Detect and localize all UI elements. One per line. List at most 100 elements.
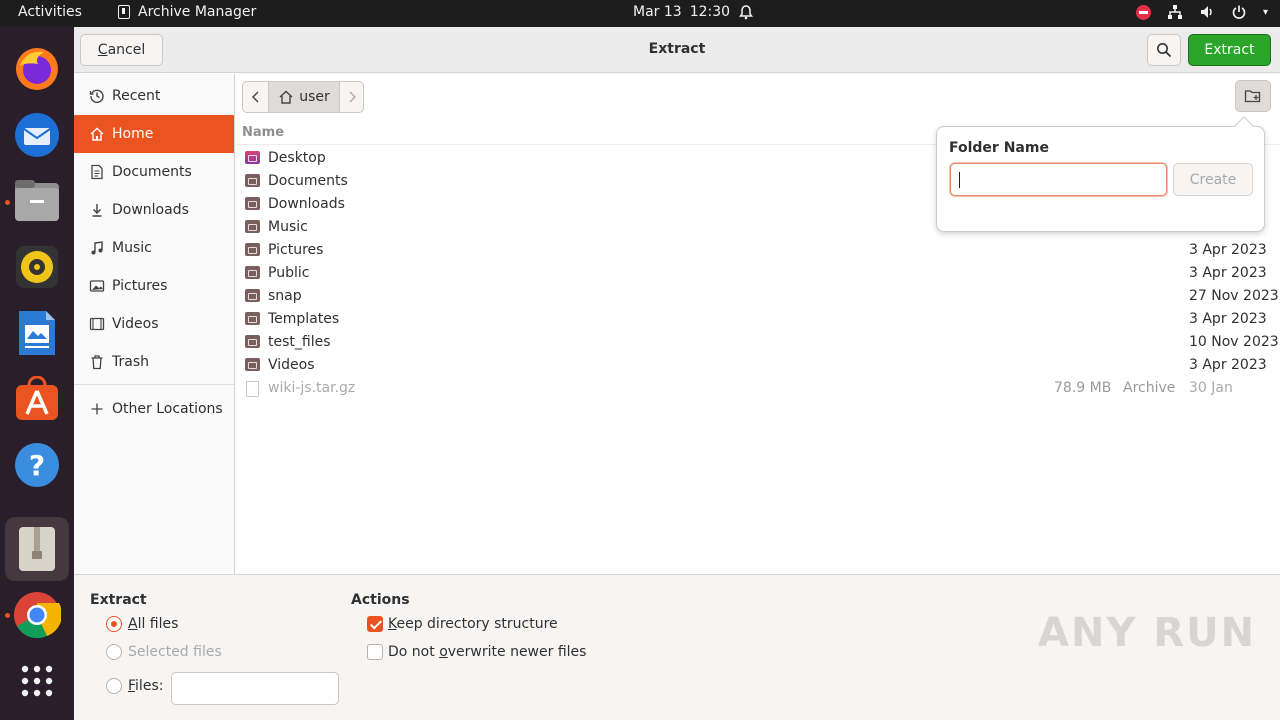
checkbox-indicator	[367, 644, 383, 660]
files-icon[interactable]	[11, 175, 63, 227]
file-date: 27 Nov 2023	[1189, 288, 1279, 304]
sidebar-item-music[interactable]: Music	[74, 229, 234, 267]
file-row[interactable]: test_files 10 Nov 2023	[236, 332, 1280, 355]
sidebar-item-label: Downloads	[112, 202, 189, 218]
folder-name-input[interactable]	[950, 163, 1167, 196]
plus-icon	[88, 400, 106, 418]
selected-files-label: Selected files	[128, 644, 222, 660]
file-name: Videos	[268, 357, 315, 373]
svg-text:?: ?	[29, 449, 45, 482]
chevron-left-icon	[251, 91, 258, 103]
file-row[interactable]: Templates 3 Apr 2023	[236, 309, 1280, 332]
app-menu[interactable]: Archive Manager	[118, 4, 256, 20]
sidebar-item-videos[interactable]: Videos	[74, 305, 234, 343]
help-icon[interactable]: ?	[11, 439, 63, 491]
file-name: Public	[268, 265, 310, 281]
system-tray[interactable]: ▾	[1135, 4, 1268, 20]
files-pattern-input[interactable]	[171, 672, 339, 705]
archive-app-icon	[118, 5, 130, 19]
files-radio[interactable]: Files:	[106, 678, 163, 694]
picture-icon	[88, 277, 106, 295]
sidebar-divider	[74, 384, 234, 385]
keep-label: eep directory structure	[396, 616, 558, 632]
path-segment-label: user	[299, 89, 330, 105]
search-button[interactable]	[1147, 34, 1181, 66]
writer-icon[interactable]	[11, 307, 63, 359]
documents-folder-icon	[245, 174, 260, 187]
show-apps-icon[interactable]	[11, 655, 63, 707]
sidebar-item-label: Videos	[112, 316, 159, 332]
folder-icon	[245, 289, 260, 302]
file-date: 30 Jan	[1189, 380, 1233, 396]
path-forward-button[interactable]	[339, 82, 363, 112]
document-icon	[88, 163, 106, 181]
power-icon	[1232, 5, 1246, 19]
path-home-button[interactable]: user	[269, 82, 339, 112]
thunderbird-icon[interactable]	[11, 109, 63, 161]
sidebar-item-trash[interactable]: Trash	[74, 343, 234, 381]
templates-folder-icon	[245, 312, 260, 325]
archive-manager-icon[interactable]	[5, 517, 69, 581]
download-icon	[88, 201, 106, 219]
trash-icon	[88, 353, 106, 371]
network-icon	[1167, 5, 1182, 19]
file-name: test_files	[268, 334, 331, 350]
public-folder-icon	[245, 266, 260, 279]
sidebar-item-label: Documents	[112, 164, 192, 180]
bell-icon	[739, 5, 754, 20]
sidebar-item-home[interactable]: Home	[74, 115, 234, 153]
path-bar: user	[242, 81, 364, 113]
sidebar-item-label: Home	[112, 126, 154, 142]
rhythmbox-icon[interactable]	[11, 241, 63, 293]
file-row[interactable]: wiki-js.tar.gz 78.9 MB Archive 30 Jan	[236, 378, 1280, 401]
sidebar-item-label: Trash	[112, 354, 149, 370]
do-not-overwrite-checkbox[interactable]: Do not overwrite newer files	[367, 644, 586, 660]
file-name: Desktop	[268, 150, 326, 166]
app-center-icon[interactable]	[11, 373, 63, 425]
dock: ?	[0, 27, 74, 720]
clock-date: Mar 13	[633, 4, 682, 20]
checkbox-indicator	[367, 616, 383, 632]
video-icon	[88, 315, 106, 333]
path-back-button[interactable]	[243, 82, 269, 112]
activities-button[interactable]: Activities	[18, 4, 82, 20]
column-header-name[interactable]: Name	[242, 125, 284, 140]
dialog-title: Extract	[648, 41, 706, 57]
watermark-logo: ANY RUN	[1038, 610, 1257, 656]
sidebar-item-documents[interactable]: Documents	[74, 153, 234, 191]
file-date: 3 Apr 2023	[1189, 242, 1267, 258]
music-folder-icon	[245, 220, 260, 233]
sidebar-item-label: Pictures	[112, 278, 168, 294]
all-files-radio[interactable]: All files	[106, 616, 178, 632]
sidebar-item-other-locations[interactable]: Other Locations	[74, 390, 234, 428]
sidebar-item-label: Other Locations	[112, 401, 223, 417]
folder-new-icon	[1244, 90, 1261, 103]
extract-button[interactable]: Extract	[1188, 34, 1271, 66]
create-folder-button[interactable]: Create	[1173, 163, 1253, 196]
music-icon	[88, 239, 106, 257]
sidebar-item-recent[interactable]: Recent	[74, 77, 234, 115]
file-row[interactable]: snap 27 Nov 2023	[236, 286, 1280, 309]
selected-files-radio[interactable]: Selected files	[106, 644, 222, 660]
file-type: Archive	[1123, 380, 1176, 396]
clock[interactable]: Mar 13 12:30	[633, 4, 754, 20]
clock-icon	[88, 87, 106, 105]
firefox-icon[interactable]	[11, 43, 63, 95]
file-name: snap	[268, 288, 302, 304]
sidebar-item-downloads[interactable]: Downloads	[74, 191, 234, 229]
sidebar-item-label: Music	[112, 240, 152, 256]
header-bar: Cancel Extract Extract	[74, 27, 1280, 73]
home-icon	[88, 125, 106, 143]
file-row[interactable]: Pictures 3 Apr 2023	[236, 240, 1280, 263]
home-icon	[279, 90, 293, 104]
new-folder-button[interactable]	[1235, 80, 1271, 112]
videos-folder-icon	[245, 358, 260, 371]
keep-directory-structure-checkbox[interactable]: Keep directory structure	[367, 616, 558, 632]
no-overwrite-label-start: Do not	[388, 644, 440, 660]
file-date: 10 Nov 2023	[1189, 334, 1279, 350]
file-name: Templates	[268, 311, 340, 327]
file-row[interactable]: Public 3 Apr 2023	[236, 263, 1280, 286]
sidebar-item-pictures[interactable]: Pictures	[74, 267, 234, 305]
chrome-icon[interactable]	[11, 589, 63, 641]
file-row[interactable]: Videos 3 Apr 2023	[236, 355, 1280, 378]
